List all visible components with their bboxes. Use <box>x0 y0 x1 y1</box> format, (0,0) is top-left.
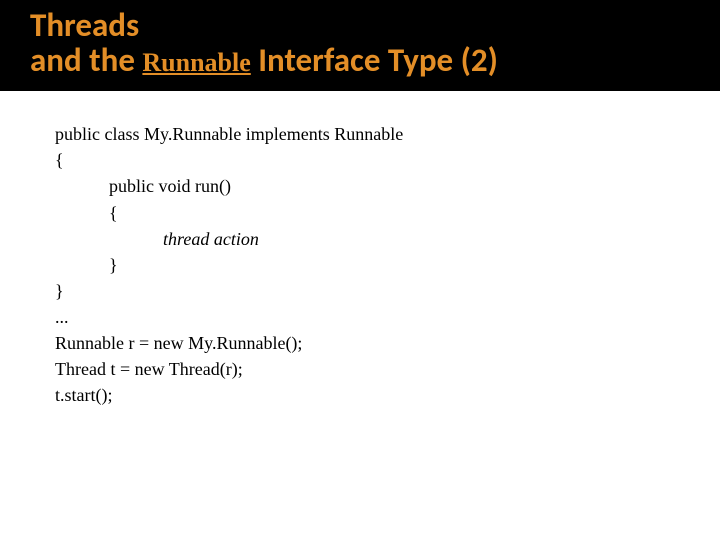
code-line: ... <box>55 304 720 330</box>
code-line: { <box>55 200 720 226</box>
slide: Threads and the Runnable Interface Type … <box>0 0 720 540</box>
code-line: } <box>55 252 720 278</box>
title-text-before: and the <box>30 40 142 80</box>
title-text-after: Interface Type (2) <box>251 40 498 80</box>
code-line: { <box>55 147 720 173</box>
code-line: Thread t = new Thread(r); <box>55 356 720 382</box>
code-line: public class My.Runnable implements Runn… <box>55 121 720 147</box>
code-placeholder: thread action <box>163 229 259 249</box>
slide-header: Threads and the Runnable Interface Type … <box>0 0 720 91</box>
title-line-1: Threads <box>30 8 720 43</box>
code-indent <box>55 229 163 249</box>
code-line: public void run() <box>55 173 720 199</box>
code-line: t.start(); <box>55 382 720 408</box>
runnable-keyword: Runnable <box>142 48 250 77</box>
code-line: thread action <box>55 226 720 252</box>
code-line: Runnable r = new My.Runnable(); <box>55 330 720 356</box>
title-line-2: and the Runnable Interface Type (2) <box>30 43 720 78</box>
code-line: } <box>55 278 720 304</box>
slide-body: public class My.Runnable implements Runn… <box>0 91 720 408</box>
